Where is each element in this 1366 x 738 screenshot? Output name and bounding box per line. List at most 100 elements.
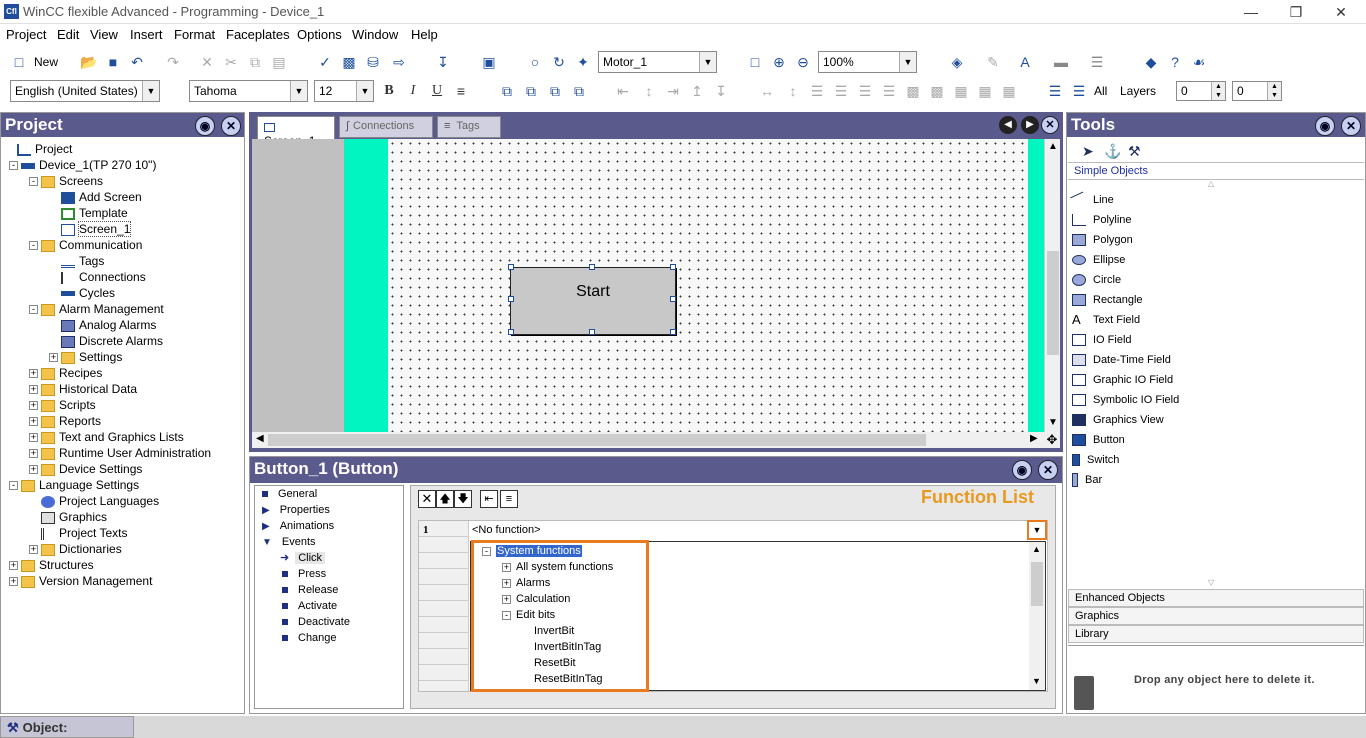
anchor-icon[interactable]: ⚓ <box>1104 143 1121 160</box>
scroll-thumb[interactable] <box>1031 562 1043 606</box>
tree-item-alarm-management[interactable]: Alarm Management <box>41 301 164 317</box>
save-icon[interactable]: ■ <box>104 53 122 71</box>
center-v-icon[interactable]: ☰ <box>880 82 898 100</box>
collapse-down-icon[interactable]: ▽ <box>1208 578 1214 587</box>
fill-color-icon[interactable]: ◈ <box>948 53 966 71</box>
pointer-icon[interactable]: ➤ <box>1082 143 1094 160</box>
collapse-icon[interactable]: - <box>482 547 491 556</box>
tool-graphic-io-field[interactable]: Graphic IO Field <box>1070 371 1173 389</box>
function-item-calculation[interactable]: Calculation <box>516 591 570 607</box>
bold-button[interactable]: B <box>380 82 398 100</box>
expand-icon[interactable]: + <box>29 433 38 442</box>
function-item-alarms[interactable]: Alarms <box>516 575 550 591</box>
tool-bar[interactable]: Bar <box>1070 471 1102 489</box>
expand-icon[interactable]: + <box>29 401 38 410</box>
open-icon[interactable]: 📂 <box>80 53 98 71</box>
tree-item-analog-alarms[interactable]: Analog Alarms <box>61 317 156 333</box>
help-icon[interactable]: ? <box>1166 53 1184 71</box>
align-left-icon[interactable]: ⇤ <box>614 82 632 100</box>
new-label[interactable]: New <box>34 55 58 69</box>
pin-icon[interactable]: ◉ <box>1012 460 1032 480</box>
all-label[interactable]: All <box>1094 84 1107 98</box>
close-icon[interactable]: ✕ <box>1038 460 1058 480</box>
resize-handle[interactable] <box>589 264 595 270</box>
tool-line[interactable]: Line <box>1070 191 1114 209</box>
chevron-down-icon[interactable]: ▼ <box>356 81 373 101</box>
ungroup-icon[interactable]: ▩ <box>928 82 946 100</box>
collapse-icon[interactable]: - <box>9 161 18 170</box>
close-icon[interactable]: ✕ <box>1341 116 1361 136</box>
expand-icon[interactable]: + <box>29 369 38 378</box>
expand-icon[interactable]: + <box>29 449 38 458</box>
center-h-icon[interactable]: ☰ <box>856 82 874 100</box>
section-graphics[interactable]: Graphics <box>1068 607 1364 625</box>
function-item-invertbitintag[interactable]: InvertBitInTag <box>534 639 601 655</box>
chevron-down-icon[interactable]: ▼ <box>142 81 159 101</box>
chevron-down-icon[interactable]: ▼ <box>290 81 307 101</box>
resize-handle[interactable] <box>670 329 676 335</box>
align-top-icon[interactable]: ↥ <box>688 82 706 100</box>
align-center-icon[interactable]: ↕ <box>640 82 658 100</box>
menu-help[interactable]: Help <box>411 27 438 42</box>
resize-handle[interactable] <box>508 296 514 302</box>
line-color-icon[interactable]: ✎ <box>984 53 1002 71</box>
space-h-icon[interactable]: ☰ <box>808 82 826 100</box>
layers-all-icon[interactable]: ☰ <box>1070 82 1088 100</box>
tree-item-connections[interactable]: Connections <box>61 269 146 285</box>
tool-text-field[interactable]: A Text Field <box>1070 311 1140 329</box>
expand-icon[interactable]: + <box>29 545 38 554</box>
tree-item-device-1-tp-270-10[interactable]: Device_1(TP 270 10") <box>21 157 156 173</box>
resize-handle[interactable] <box>508 264 514 270</box>
function-item-resetbit[interactable]: ResetBit <box>534 655 576 671</box>
menu-edit[interactable]: Edit <box>57 27 79 42</box>
layers-icon[interactable]: ☰ <box>1046 82 1064 100</box>
layer-spin-1[interactable]: 0 ▲ ▼ <box>1176 81 1226 101</box>
scroll-down-icon[interactable]: ▼ <box>1032 676 1041 686</box>
function-item-all-system-functions[interactable]: All system functions <box>516 559 613 575</box>
tab-connections[interactable]: ∫ Connections <box>339 116 433 138</box>
expand-icon[interactable]: + <box>502 579 511 588</box>
tree-item-dictionaries[interactable]: Dictionaries <box>41 541 122 557</box>
tree-item-screens[interactable]: Screens <box>41 173 103 189</box>
event-release[interactable]: Release <box>282 582 338 598</box>
expand-icon[interactable]: + <box>502 595 511 604</box>
resize-handle[interactable] <box>589 329 595 335</box>
move-up-icon[interactable]: 🡅 <box>436 490 454 508</box>
compile-icon[interactable]: ▣ <box>480 53 498 71</box>
expand-icon[interactable]: + <box>9 577 18 586</box>
tree-item-screen-1[interactable]: Screen_1 <box>61 221 132 237</box>
copy-icon[interactable]: ⧉ <box>246 53 264 71</box>
tree-item-settings[interactable]: Settings <box>61 349 122 365</box>
tree-item-project-languages[interactable]: Project Languages <box>41 493 159 509</box>
tree-item-language-settings[interactable]: Language Settings <box>21 477 139 493</box>
zoom-combo[interactable]: 100% ▼ <box>818 51 917 73</box>
check-icon[interactable]: ✓ <box>316 53 334 71</box>
outdent-icon[interactable]: ≡ <box>500 490 518 508</box>
next-tab-icon[interactable]: ▶ <box>1021 116 1039 134</box>
spin-arrows-icon[interactable]: ▲ ▼ <box>1267 82 1281 100</box>
section-enhanced-objects[interactable]: Enhanced Objects <box>1068 589 1364 607</box>
new-icon[interactable]: □ <box>10 53 28 71</box>
object-combo[interactable]: Motor_1 ▼ <box>598 51 717 73</box>
expand-icon[interactable]: + <box>29 385 38 394</box>
collapse-icon[interactable]: - <box>29 305 38 314</box>
event-deactivate[interactable]: Deactivate <box>282 614 350 630</box>
collapse-icon[interactable]: - <box>29 177 38 186</box>
tree-item-add-screen[interactable]: Add Screen <box>61 189 142 205</box>
chevron-down-icon[interactable]: ▼ <box>699 52 716 72</box>
function-item-resetbitintag[interactable]: ResetBitInTag <box>534 671 602 687</box>
restore-icon[interactable]: ❐ <box>1281 2 1311 22</box>
layers-label[interactable]: Layers <box>1120 84 1156 98</box>
cut-icon[interactable]: ✂ <box>222 53 240 71</box>
tree-item-version-management[interactable]: Version Management <box>21 573 152 589</box>
previous-tab-icon[interactable]: ◀ <box>999 116 1017 134</box>
generate-icon[interactable]: ▩ <box>340 53 358 71</box>
undo-icon[interactable]: ↶ <box>128 53 146 71</box>
scroll-thumb[interactable] <box>268 434 926 446</box>
event-activate[interactable]: Activate <box>282 598 337 614</box>
function-item-invertbit[interactable]: InvertBit <box>534 623 574 639</box>
tree-item-text-and-graphics-lists[interactable]: Text and Graphics Lists <box>41 429 184 445</box>
align-icon[interactable]: ≡ <box>452 82 470 100</box>
space-v-icon[interactable]: ☰ <box>832 82 850 100</box>
expand-icon[interactable]: + <box>502 563 511 572</box>
